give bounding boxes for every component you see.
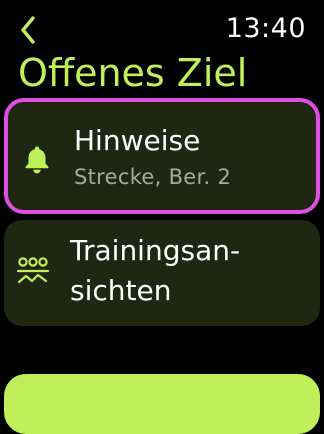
list-item-workout-views[interactable]: Trainingsan- sichten — [4, 220, 320, 326]
item-title: Hinweise — [74, 124, 201, 157]
back-button[interactable] — [14, 14, 42, 46]
status-bar: 13:40 — [0, 0, 324, 56]
start-button[interactable] — [4, 374, 320, 434]
list-item-hints[interactable]: Hinweise Strecke, Ber. 2 — [4, 98, 320, 214]
workout-views-icon — [16, 254, 50, 288]
item-title-line1: Trainingsan- — [70, 234, 241, 267]
item-subtitle: Strecke, Ber. 2 — [74, 165, 232, 189]
item-title-line2: sichten — [70, 274, 172, 307]
chevron-left-icon — [21, 16, 35, 44]
bell-icon — [20, 142, 54, 176]
clock: 13:40 — [225, 13, 306, 44]
page-title: Offenes Ziel — [18, 51, 248, 95]
